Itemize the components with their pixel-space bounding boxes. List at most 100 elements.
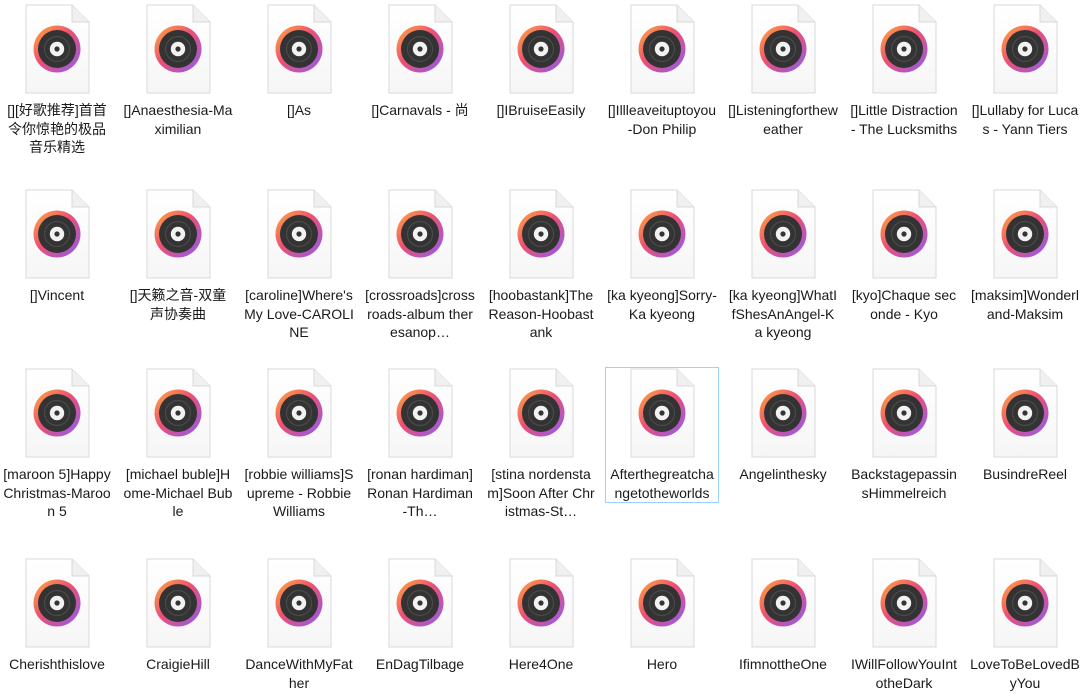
file-item[interactable]: Here4One <box>484 558 598 674</box>
file-name-label: Hero <box>646 656 678 672</box>
file-item[interactable]: IWillFollowYouIntotheDark <box>847 558 961 692</box>
file-item[interactable]: BusindreReel <box>968 368 1080 484</box>
music-file-icon <box>25 4 90 94</box>
file-item[interactable]: CraigieHill <box>121 558 235 674</box>
file-item[interactable]: Cherishthislove <box>0 558 114 674</box>
file-item[interactable]: []Carnavals - 尚 <box>363 4 477 120</box>
music-file-icon <box>993 4 1058 94</box>
file-item[interactable]: [maroon 5]Happy Christmas-Maroon 5 <box>0 368 114 521</box>
file-name-label: [hoobastank]The Reason-Hoobastank <box>488 287 594 340</box>
music-file-icon <box>146 558 211 648</box>
music-file-icon <box>993 189 1058 279</box>
music-file-icon <box>993 558 1058 648</box>
music-file-icon <box>993 368 1058 458</box>
file-name-label: []Carnavals - 尚 <box>371 102 469 118</box>
file-item[interactable]: [crossroads]crossroads-album theresanop… <box>363 189 477 342</box>
music-file-icon <box>509 4 574 94</box>
music-file-icon <box>872 558 937 648</box>
music-file-icon <box>509 558 574 648</box>
file-item[interactable]: DanceWithMyFather <box>242 558 356 692</box>
file-item[interactable]: [ronan hardiman]Ronan Hardiman-Th… <box>363 368 477 521</box>
music-file-icon <box>267 558 332 648</box>
music-file-icon <box>267 189 332 279</box>
file-name-label: []IBruiseEasily <box>496 102 586 118</box>
music-file-icon <box>509 189 574 279</box>
file-name-label: Cherishthislove <box>9 656 105 672</box>
file-item[interactable]: [][好歌推荐]首首令你惊艳的极品音乐精选 <box>0 4 114 157</box>
music-file-icon <box>630 368 695 458</box>
file-item[interactable]: Afterthegreatchangetotheworlds <box>605 367 719 503</box>
music-file-icon <box>388 189 453 279</box>
music-file-icon <box>872 4 937 94</box>
file-item[interactable]: []Illleaveituptoyou-Don Philip <box>605 4 719 138</box>
file-item[interactable]: IfimnottheOne <box>726 558 840 674</box>
file-name-label: IWillFollowYouIntotheDark <box>850 656 958 691</box>
file-name-label: BusindreReel <box>982 466 1068 482</box>
music-file-icon <box>25 189 90 279</box>
file-item[interactable]: []Vincent <box>0 189 114 305</box>
music-file-icon <box>872 189 937 279</box>
file-name-label: [michael buble]Home-Michael Buble <box>123 466 233 519</box>
file-item[interactable]: [ka kyeong]Sorry-Ka kyeong <box>605 189 719 323</box>
file-item[interactable]: Hero <box>605 558 719 674</box>
music-file-icon <box>25 558 90 648</box>
music-file-icon <box>146 189 211 279</box>
music-file-icon <box>751 368 816 458</box>
file-name-label: []Anaesthesia-Maximilian <box>123 102 233 137</box>
file-name-label: [caroline]Where's My Love-CAROLINE <box>244 287 354 340</box>
music-file-icon <box>751 4 816 94</box>
music-file-icon <box>630 189 695 279</box>
file-item[interactable]: []Lullaby for Lucas - Yann Tiers <box>968 4 1080 138</box>
file-grid: [][好歌推荐]首首令你惊艳的极品音乐精选 []Anaesthesia-Maxim… <box>0 0 1080 700</box>
file-name-label: []Illleaveituptoyou-Don Philip <box>607 102 717 137</box>
file-name-label: [kyo]Chaque seconde - Kyo <box>851 287 957 322</box>
file-name-label: IfimnottheOne <box>739 656 827 672</box>
file-name-label: []As <box>286 102 312 118</box>
music-file-icon <box>25 368 90 458</box>
file-name-label: DanceWithMyFather <box>245 656 353 691</box>
file-item[interactable]: [caroline]Where's My Love-CAROLINE <box>242 189 356 342</box>
file-item[interactable]: []天籁之音-双童声协奏曲 <box>121 189 235 323</box>
file-item[interactable]: [maksim]Wonderland-Maksim <box>968 189 1080 323</box>
music-file-icon <box>388 4 453 94</box>
file-name-label: [ka kyeong]Sorry-Ka kyeong <box>607 287 717 322</box>
music-file-icon <box>146 4 211 94</box>
file-item[interactable]: []IBruiseEasily <box>484 4 598 120</box>
music-file-icon <box>751 189 816 279</box>
file-name-label: Afterthegreatchangetotheworlds <box>610 466 714 501</box>
file-item[interactable]: []Listeningfortheweather <box>726 4 840 138</box>
file-item[interactable]: EnDagTilbage <box>363 558 477 674</box>
file-item[interactable]: []As <box>242 4 356 120</box>
file-item[interactable]: [michael buble]Home-Michael Buble <box>121 368 235 521</box>
file-name-label: LoveToBeLovedByYou <box>970 656 1080 691</box>
music-file-icon <box>630 4 695 94</box>
file-item[interactable]: BackstagepassinsHimmelreich <box>847 368 961 502</box>
music-file-icon <box>751 558 816 648</box>
file-name-label: BackstagepassinsHimmelreich <box>851 466 957 501</box>
file-name-label: [maksim]Wonderland-Maksim <box>971 287 1079 322</box>
music-file-icon <box>872 368 937 458</box>
file-item[interactable]: [robbie williams]Supreme - Robbie Willia… <box>242 368 356 521</box>
music-file-icon <box>267 4 332 94</box>
file-item[interactable]: LoveToBeLovedByYou <box>968 558 1080 692</box>
file-name-label: []Listeningfortheweather <box>728 102 838 137</box>
file-name-label: [ka kyeong]WhatIfShesAnAngel-Ka kyeong <box>728 287 838 340</box>
music-file-icon <box>388 368 453 458</box>
file-name-label: []Vincent <box>29 287 85 303</box>
file-name-label: EnDagTilbage <box>375 656 465 672</box>
file-item[interactable]: [hoobastank]The Reason-Hoobastank <box>484 189 598 342</box>
file-name-label: [ronan hardiman]Ronan Hardiman-Th… <box>367 466 473 519</box>
file-item[interactable]: Angelinthesky <box>726 368 840 484</box>
music-file-icon <box>509 368 574 458</box>
file-item[interactable]: []Little Distraction - The Lucksmiths <box>847 4 961 138</box>
file-item[interactable]: [stina nordenstam]Soon After Christmas-S… <box>484 368 598 521</box>
file-item[interactable]: [kyo]Chaque seconde - Kyo <box>847 189 961 323</box>
file-name-label: []Little Distraction - The Lucksmiths <box>850 102 958 137</box>
file-name-label: Here4One <box>508 656 574 672</box>
music-file-icon <box>388 558 453 648</box>
file-name-label: [crossroads]crossroads-album theresanop… <box>365 287 475 340</box>
file-item[interactable]: []Anaesthesia-Maximilian <box>121 4 235 138</box>
file-name-label: [stina nordenstam]Soon After Christmas-S… <box>487 466 595 519</box>
file-item[interactable]: [ka kyeong]WhatIfShesAnAngel-Ka kyeong <box>726 189 840 342</box>
file-name-label: [][好歌推荐]首首令你惊艳的极品音乐精选 <box>7 102 107 155</box>
